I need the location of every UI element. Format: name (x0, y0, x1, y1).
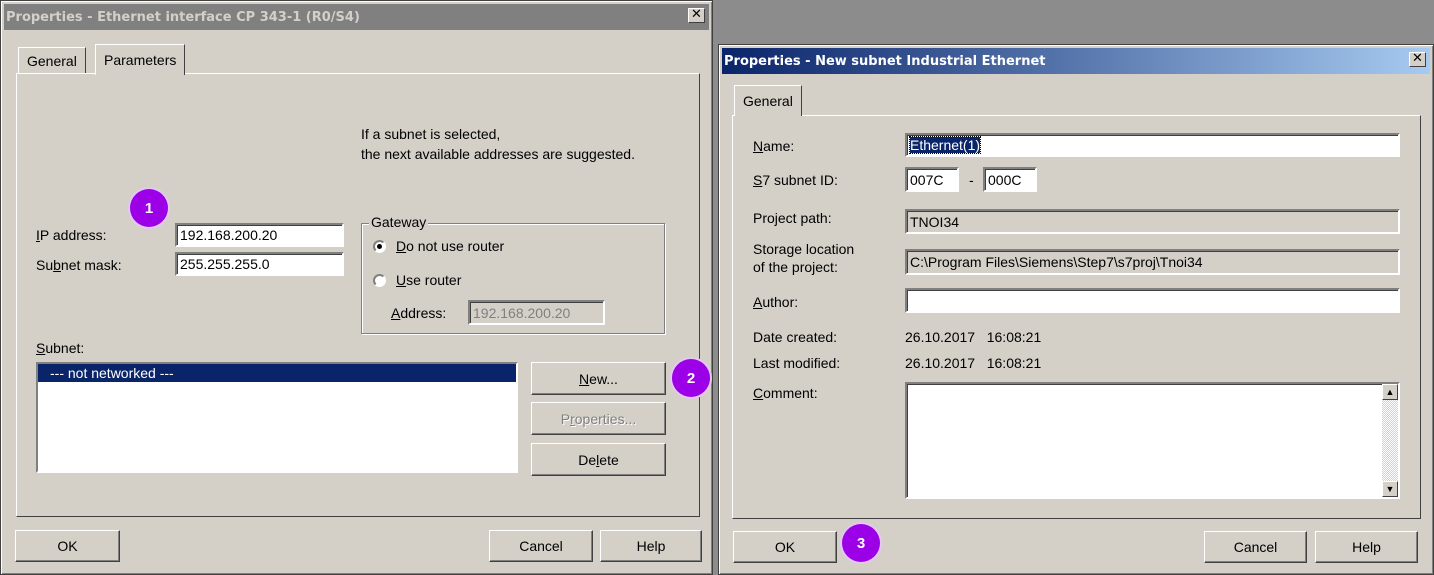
radio-no-router[interactable] (373, 240, 386, 253)
cancel-button[interactable]: Cancel (489, 530, 593, 562)
author-label: Author: (753, 294, 799, 310)
ok-button[interactable]: OK (15, 530, 120, 562)
tab-general[interactable]: General (18, 47, 86, 74)
dialog-title: Properties - New subnet Industrial Ether… (724, 53, 1046, 69)
subnet-label: Subnet: (36, 340, 85, 356)
name-label: Name: (753, 138, 795, 154)
tab-general-label: General (743, 93, 793, 109)
subnet-properties-button: Pr operties... (531, 402, 666, 435)
scroll-down-icon[interactable]: ▼ (1382, 481, 1398, 497)
name-input[interactable]: Ethernet(1) (905, 133, 1400, 157)
name-input-value: Ethernet(1) (908, 136, 982, 154)
subnet-hint-line1: If a subnet is selected, (361, 126, 501, 142)
step-badge-3: 3 (842, 524, 880, 562)
ip-address-input[interactable]: 192.168.200.20 (175, 223, 344, 247)
radio-use-router[interactable] (373, 274, 386, 287)
storage-location-field: C:\Program Files\Siemens\Step7\s7proj\Tn… (905, 249, 1400, 275)
delete-subnet-button[interactable]: De l ete (531, 443, 666, 476)
s7-subnet-id-part2[interactable]: 000C (983, 167, 1037, 192)
dialog-title: Properties - Ethernet interface CP 343-1… (6, 9, 360, 25)
project-path-label: Project path: (753, 210, 832, 226)
cancel-button[interactable]: Cancel (1204, 531, 1307, 563)
s7-subnet-id-part1[interactable]: 007C (905, 167, 959, 192)
dialog-titlebar[interactable]: Properties - Ethernet interface CP 343-1… (4, 4, 709, 30)
last-modified-label: Last modified: (753, 355, 841, 371)
subnet-list[interactable]: --- not networked --- (36, 362, 518, 473)
help-button[interactable]: Help (600, 530, 702, 562)
new-subnet-button[interactable]: New... (531, 362, 666, 395)
tab-general-label: General (27, 53, 77, 69)
ip-address-label: IP address: (36, 227, 107, 243)
s7-subnet-id-label: S7 subnet ID: (753, 172, 838, 188)
tab-parameters[interactable]: Parameters (95, 44, 186, 75)
subnet-hint-line2: the next available addresses are suggest… (361, 146, 635, 162)
subnet-mask-label: Subnet mask: (36, 257, 122, 273)
ok-button[interactable]: OK (733, 531, 837, 563)
tab-general[interactable]: General (734, 85, 802, 116)
help-button[interactable]: Help (1315, 531, 1418, 563)
project-path-field: TNOI34 (905, 209, 1400, 234)
gateway-address-label: Address: (391, 305, 447, 321)
close-icon[interactable]: ✕ (688, 8, 705, 23)
scroll-up-icon[interactable]: ▲ (1382, 384, 1398, 400)
subnet-list-item-selected[interactable]: --- not networked --- (38, 364, 516, 382)
last-modified-value: 26.10.2017 16:08:21 (905, 355, 1042, 371)
tab-parameters-label: Parameters (104, 52, 177, 68)
close-icon[interactable]: ✕ (1409, 52, 1426, 67)
new-subnet-dialog: Properties - New subnet Industrial Ether… (718, 44, 1434, 575)
radio-no-router-label[interactable]: Do not use router (396, 238, 504, 254)
gateway-title: Gateway (369, 214, 429, 230)
s7-subnet-id-separator: - (969, 172, 974, 188)
author-input[interactable] (905, 288, 1400, 313)
storage-location-label-line2: of the project: (753, 259, 838, 275)
storage-location-label-line1: Storage location (753, 241, 855, 257)
radio-use-router-label[interactable]: Use router (396, 272, 461, 288)
comment-label: Comment: (753, 385, 818, 401)
step-badge-1: 1 (130, 189, 168, 227)
comment-scrollbar[interactable]: ▲ ▼ (1382, 384, 1398, 497)
date-created-value: 26.10.2017 16:08:21 (905, 329, 1042, 345)
ethernet-interface-dialog: Properties - Ethernet interface CP 343-1… (0, 0, 713, 575)
comment-textarea[interactable]: ▲ ▼ (905, 382, 1400, 499)
gateway-address-input: 192.168.200.20 (468, 300, 605, 325)
date-created-label: Date created: (753, 329, 838, 345)
subnet-mask-input[interactable]: 255.255.255.0 (175, 252, 344, 276)
dialog-titlebar[interactable]: Properties - New subnet Industrial Ether… (722, 48, 1430, 74)
step-badge-2: 2 (672, 359, 710, 397)
